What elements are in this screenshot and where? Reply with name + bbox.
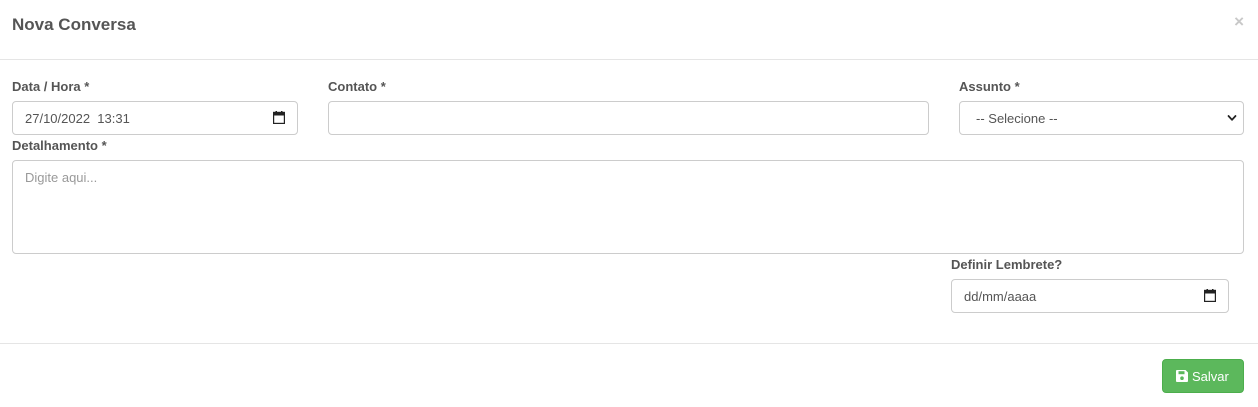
details-label: Detalhamento *	[12, 138, 107, 153]
reminder-date-input[interactable]: dd/mm/aaaa	[951, 279, 1229, 313]
modal-header: Nova Conversa ×	[0, 0, 1258, 60]
calendar-icon[interactable]	[1204, 289, 1216, 302]
subject-selected-value: -- Selecione --	[976, 111, 1058, 126]
datetime-input[interactable]: 27/10/2022 13:31	[12, 101, 298, 135]
details-textarea[interactable]: Digite aqui...	[12, 160, 1244, 254]
subject-select[interactable]: -- Selecione --	[959, 101, 1244, 135]
details-placeholder: Digite aqui...	[25, 170, 98, 185]
save-button[interactable]: Salvar	[1162, 359, 1244, 393]
contact-input[interactable]	[328, 101, 929, 135]
reminder-label: Definir Lembrete?	[951, 257, 1063, 272]
datetime-value: 27/10/2022 13:31	[25, 111, 130, 126]
save-button-label: Salvar	[1192, 369, 1229, 384]
calendar-icon[interactable]	[273, 111, 285, 124]
modal-title: Nova Conversa	[12, 15, 136, 34]
contact-label: Contato *	[328, 79, 386, 94]
modal-footer	[0, 343, 1258, 344]
floppy-disk-icon	[1176, 370, 1188, 382]
new-conversation-modal: Nova Conversa × Data / Hora * 27/10/2022…	[0, 0, 1258, 407]
subject-label: Assunto *	[959, 79, 1020, 94]
chevron-down-icon	[1227, 115, 1237, 121]
datetime-label: Data / Hora *	[12, 79, 90, 94]
reminder-placeholder: dd/mm/aaaa	[964, 289, 1037, 304]
close-button[interactable]: ×	[1234, 12, 1244, 32]
